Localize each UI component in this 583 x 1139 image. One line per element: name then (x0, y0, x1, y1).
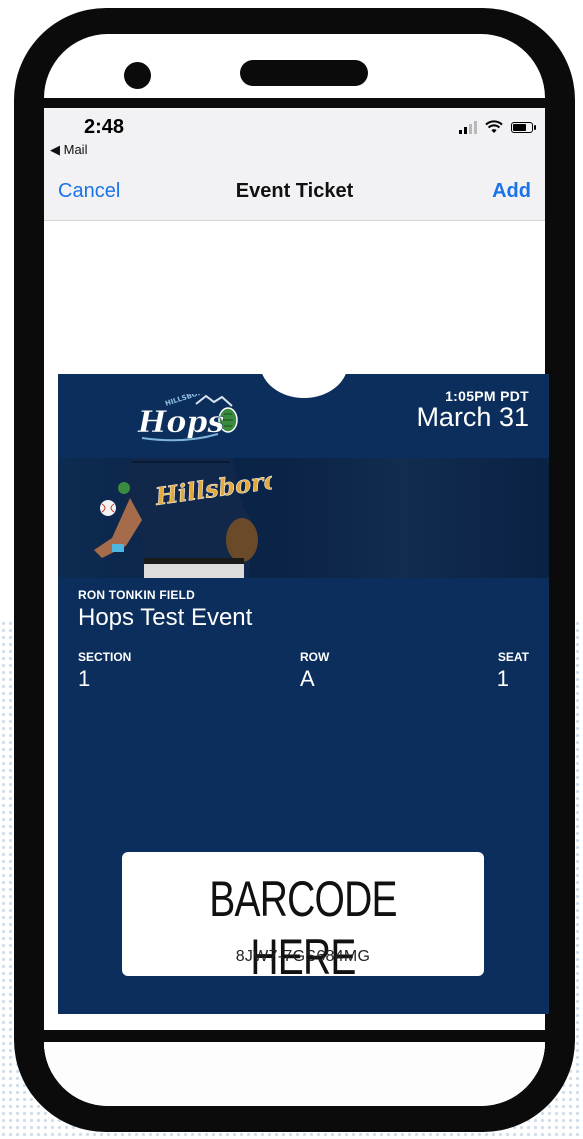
barcode-area: BARCODE HERE 8JW7-7GS684MG (122, 852, 484, 985)
add-button[interactable]: Add (492, 180, 531, 203)
screen-top-border (44, 98, 545, 108)
seat-label: SEAT (497, 650, 529, 664)
earpiece-speaker (240, 60, 368, 86)
back-arrow-icon: ◀ (50, 142, 60, 157)
event-name: Hops Test Event (78, 604, 253, 631)
status-icons (459, 120, 536, 134)
front-camera (124, 62, 151, 89)
event-date: March 31 (416, 402, 529, 432)
ticket-strip-image: Hillsboro (58, 458, 549, 578)
back-to-mail-link[interactable]: ◀ Mail (50, 142, 87, 158)
seat-value: 1 (496, 666, 509, 691)
row-value: A (300, 666, 315, 691)
wifi-icon (485, 120, 503, 133)
back-to-mail-label: Mail (63, 142, 88, 157)
status-time: 2:48 (84, 116, 125, 138)
barcode-code: 8JW7-7GS684MG (235, 948, 371, 965)
row-label: ROW (300, 650, 330, 664)
barcode-placeholder: BARCODE HERE (209, 871, 397, 985)
venue-name: RON TONKIN FIELD (78, 588, 195, 602)
player-image: Hillsboro (94, 458, 272, 578)
home-area (44, 1042, 545, 1106)
ticket-notch (260, 328, 348, 398)
hops-logo: Hops HILLSBORO (137, 394, 238, 442)
logo-text: Hops (137, 405, 224, 440)
section-label: SECTION (78, 650, 132, 664)
battery-icon (511, 121, 536, 133)
screen-bottom-border (44, 1030, 545, 1042)
section-value: 1 (78, 666, 91, 691)
nav-bar: Cancel Event Ticket Add (44, 164, 545, 221)
cellular-signal-icon (459, 120, 477, 134)
nav-title: Event Ticket (235, 180, 354, 202)
event-ticket-pass: Hops HILLSBORO 1:05PM PDT March 31 Hills… (58, 328, 549, 1014)
